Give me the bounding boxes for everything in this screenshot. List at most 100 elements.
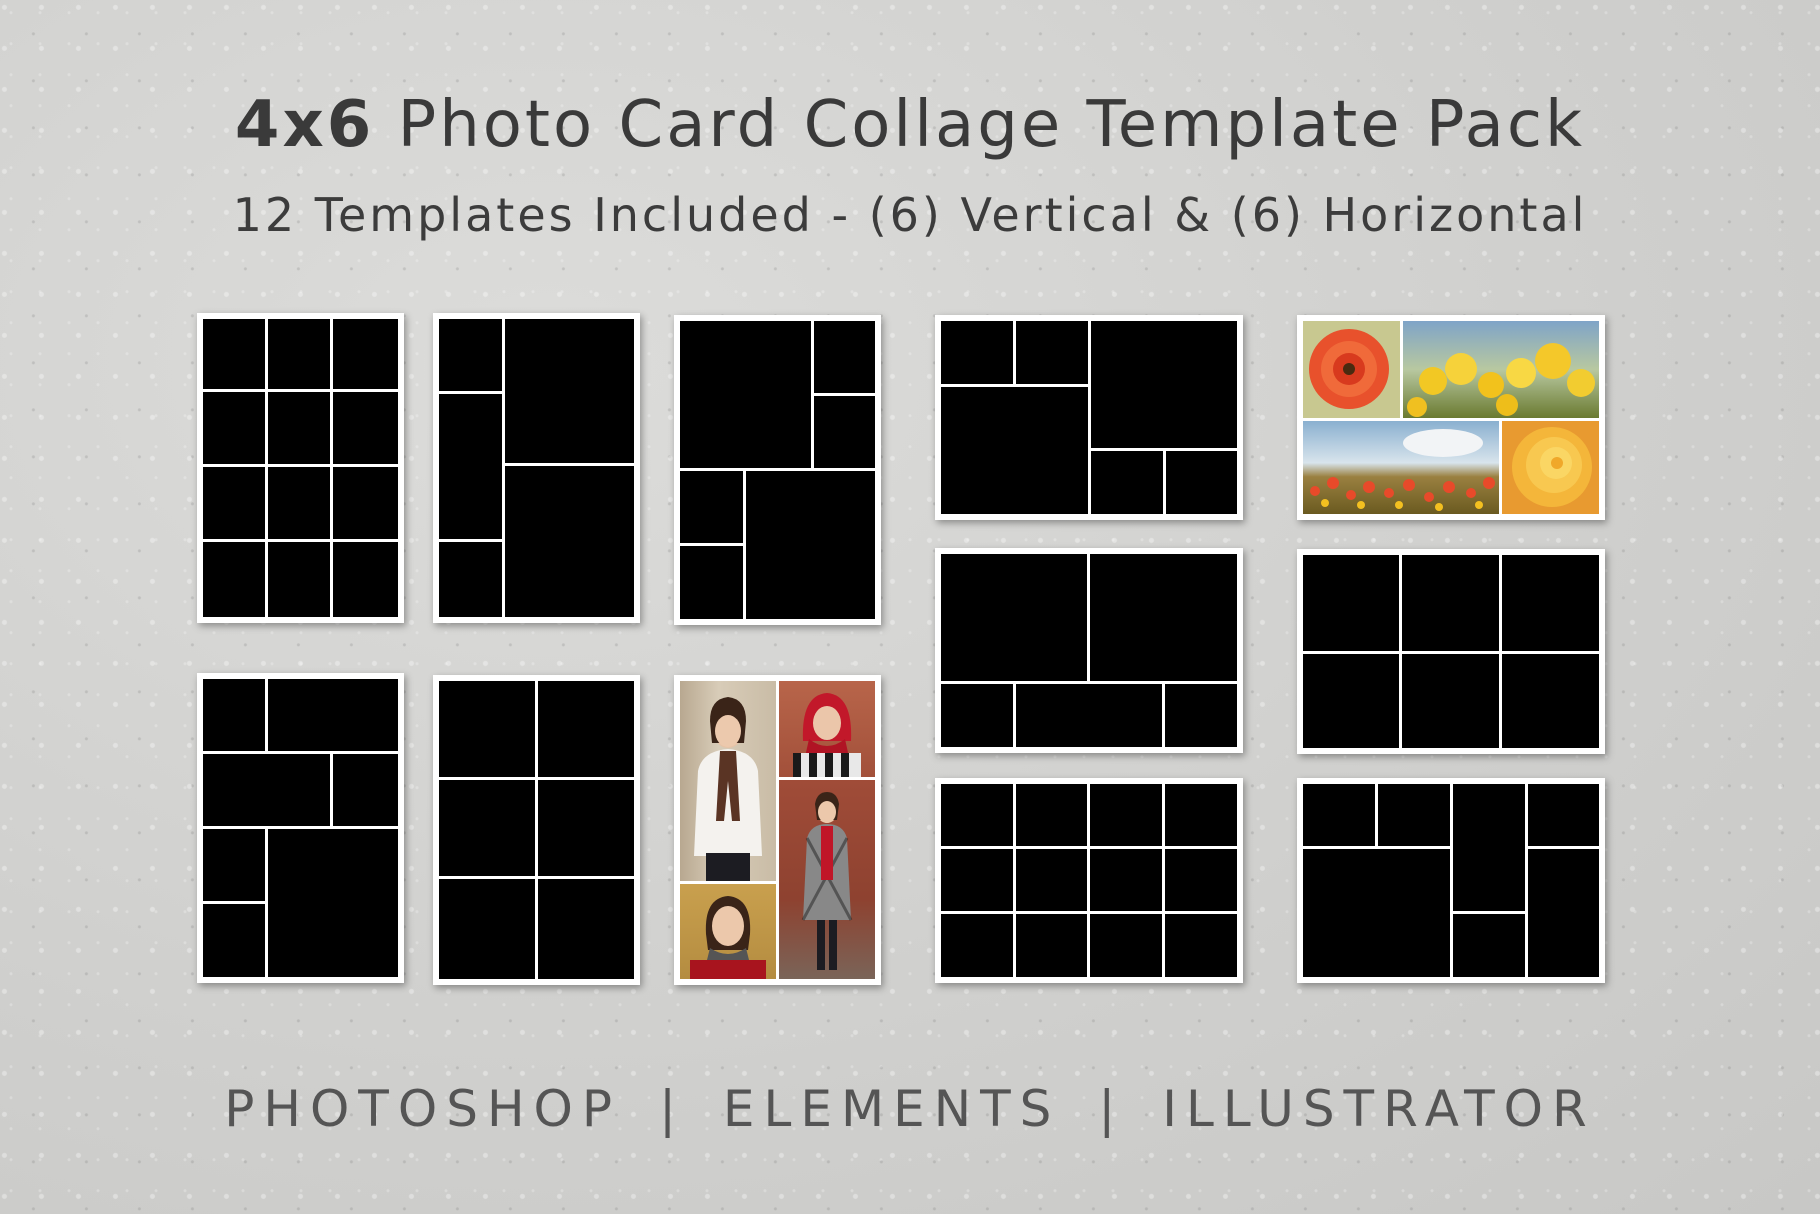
template-card-h2-photos[interactable] [1297, 315, 1605, 520]
placeholder-cell [1016, 914, 1087, 977]
placeholder-cell [1303, 849, 1450, 977]
photo-yellow-rose [1502, 421, 1599, 514]
template-card-h3[interactable] [935, 548, 1243, 753]
placeholder-cell [439, 879, 535, 979]
template-card-v3[interactable] [674, 315, 881, 625]
placeholder-cell [1402, 555, 1499, 651]
placeholder-cell [1090, 784, 1162, 846]
placeholder-cell [203, 319, 265, 389]
placeholder-cell [1303, 654, 1399, 748]
placeholder-cell [333, 467, 398, 539]
placeholder-cell [941, 321, 1013, 384]
software-elements: ELEMENTS [722, 1080, 1061, 1138]
placeholder-cell [1016, 684, 1162, 747]
photo-flower-field [1303, 421, 1499, 514]
template-card-v2[interactable] [433, 313, 640, 623]
placeholder-cell [439, 681, 535, 777]
placeholder-cell [203, 467, 265, 539]
placeholder-cell [505, 319, 634, 463]
placeholder-cell [1090, 849, 1162, 911]
placeholder-cell [941, 784, 1013, 846]
placeholder-cell [333, 319, 398, 389]
placeholder-cell [268, 542, 330, 617]
template-card-h6[interactable] [1297, 778, 1605, 983]
placeholder-cell [1303, 555, 1399, 651]
placeholder-cell [1091, 321, 1237, 448]
placeholder-cell [268, 679, 398, 751]
placeholder-cell [941, 387, 1088, 514]
placeholder-cell [439, 394, 502, 539]
placeholder-cell [203, 829, 265, 901]
placeholder-cell [680, 546, 743, 619]
placeholder-cell [538, 681, 634, 777]
template-card-v1[interactable] [197, 313, 404, 623]
placeholder-cell [941, 914, 1013, 977]
placeholder-cell [333, 754, 398, 826]
placeholder-cell [268, 829, 398, 977]
placeholder-cell [203, 392, 265, 464]
software-list: PHOTOSHOP | ELEMENTS | ILLUSTRATOR [0, 1080, 1820, 1138]
placeholder-cell [1453, 784, 1525, 911]
placeholder-cell [268, 467, 330, 539]
placeholder-cell [680, 321, 811, 468]
placeholder-cell [1528, 784, 1599, 846]
placeholder-cell [203, 679, 265, 751]
placeholder-cell [1502, 555, 1599, 651]
photo-woman-white-sweater [680, 681, 776, 881]
template-card-v5[interactable] [433, 675, 640, 985]
placeholder-cell [1165, 784, 1237, 846]
template-card-h4[interactable] [1297, 549, 1605, 754]
page-title: 4x6 Photo Card Collage Template Pack [0, 88, 1820, 162]
title-size: 4x6 [234, 88, 375, 162]
placeholder-cell [439, 319, 502, 391]
placeholder-cell [505, 466, 634, 617]
placeholder-cell [1090, 554, 1237, 681]
placeholder-cell [1402, 654, 1499, 748]
placeholder-cell [1091, 451, 1163, 514]
separator: | [659, 1080, 685, 1138]
placeholder-cell [941, 684, 1013, 747]
placeholder-cell [1303, 784, 1375, 846]
photo-orange-flower [1303, 321, 1400, 418]
placeholder-cell [1378, 784, 1450, 846]
placeholder-cell [1165, 849, 1237, 911]
placeholder-cell [1016, 849, 1087, 911]
placeholder-cell [439, 542, 502, 617]
placeholder-cell [203, 542, 265, 617]
placeholder-cell [1502, 654, 1599, 748]
placeholder-cell [203, 754, 330, 826]
placeholder-cell [1090, 914, 1162, 977]
placeholder-cell [1528, 849, 1599, 977]
template-card-h1[interactable] [935, 315, 1243, 520]
template-card-h5[interactable] [935, 778, 1243, 983]
separator: | [1098, 1080, 1125, 1138]
page-subtitle: 12 Templates Included - (6) Vertical & (… [232, 188, 1588, 242]
software-illustrator: ILLUSTRATOR [1162, 1080, 1596, 1138]
placeholder-cell [1166, 451, 1237, 514]
template-card-v6-photos[interactable] [674, 675, 881, 985]
placeholder-cell [268, 319, 330, 389]
placeholder-cell [268, 392, 330, 464]
placeholder-cell [746, 471, 875, 619]
template-card-v4[interactable] [197, 673, 404, 983]
placeholder-cell [1165, 914, 1237, 977]
placeholder-cell [203, 904, 265, 977]
title-text: Photo Card Collage Template Pack [397, 88, 1586, 162]
photo-woman-red-hood [779, 681, 875, 777]
placeholder-cell [439, 780, 535, 876]
placeholder-cell [538, 879, 634, 979]
placeholder-cell [1165, 684, 1237, 747]
placeholder-cell [1016, 784, 1087, 846]
placeholder-cell [1016, 321, 1088, 384]
placeholder-cell [333, 392, 398, 464]
placeholder-cell [538, 780, 634, 876]
photo-woman-portrait [680, 884, 776, 979]
placeholder-cell [814, 396, 875, 468]
placeholder-cell [1453, 914, 1525, 977]
placeholder-cell [941, 849, 1013, 911]
placeholder-cell [941, 554, 1087, 681]
photo-yellow-flowers [1403, 321, 1599, 418]
placeholder-cell [814, 321, 875, 393]
placeholder-cell [680, 471, 743, 543]
placeholder-cell [333, 542, 398, 617]
